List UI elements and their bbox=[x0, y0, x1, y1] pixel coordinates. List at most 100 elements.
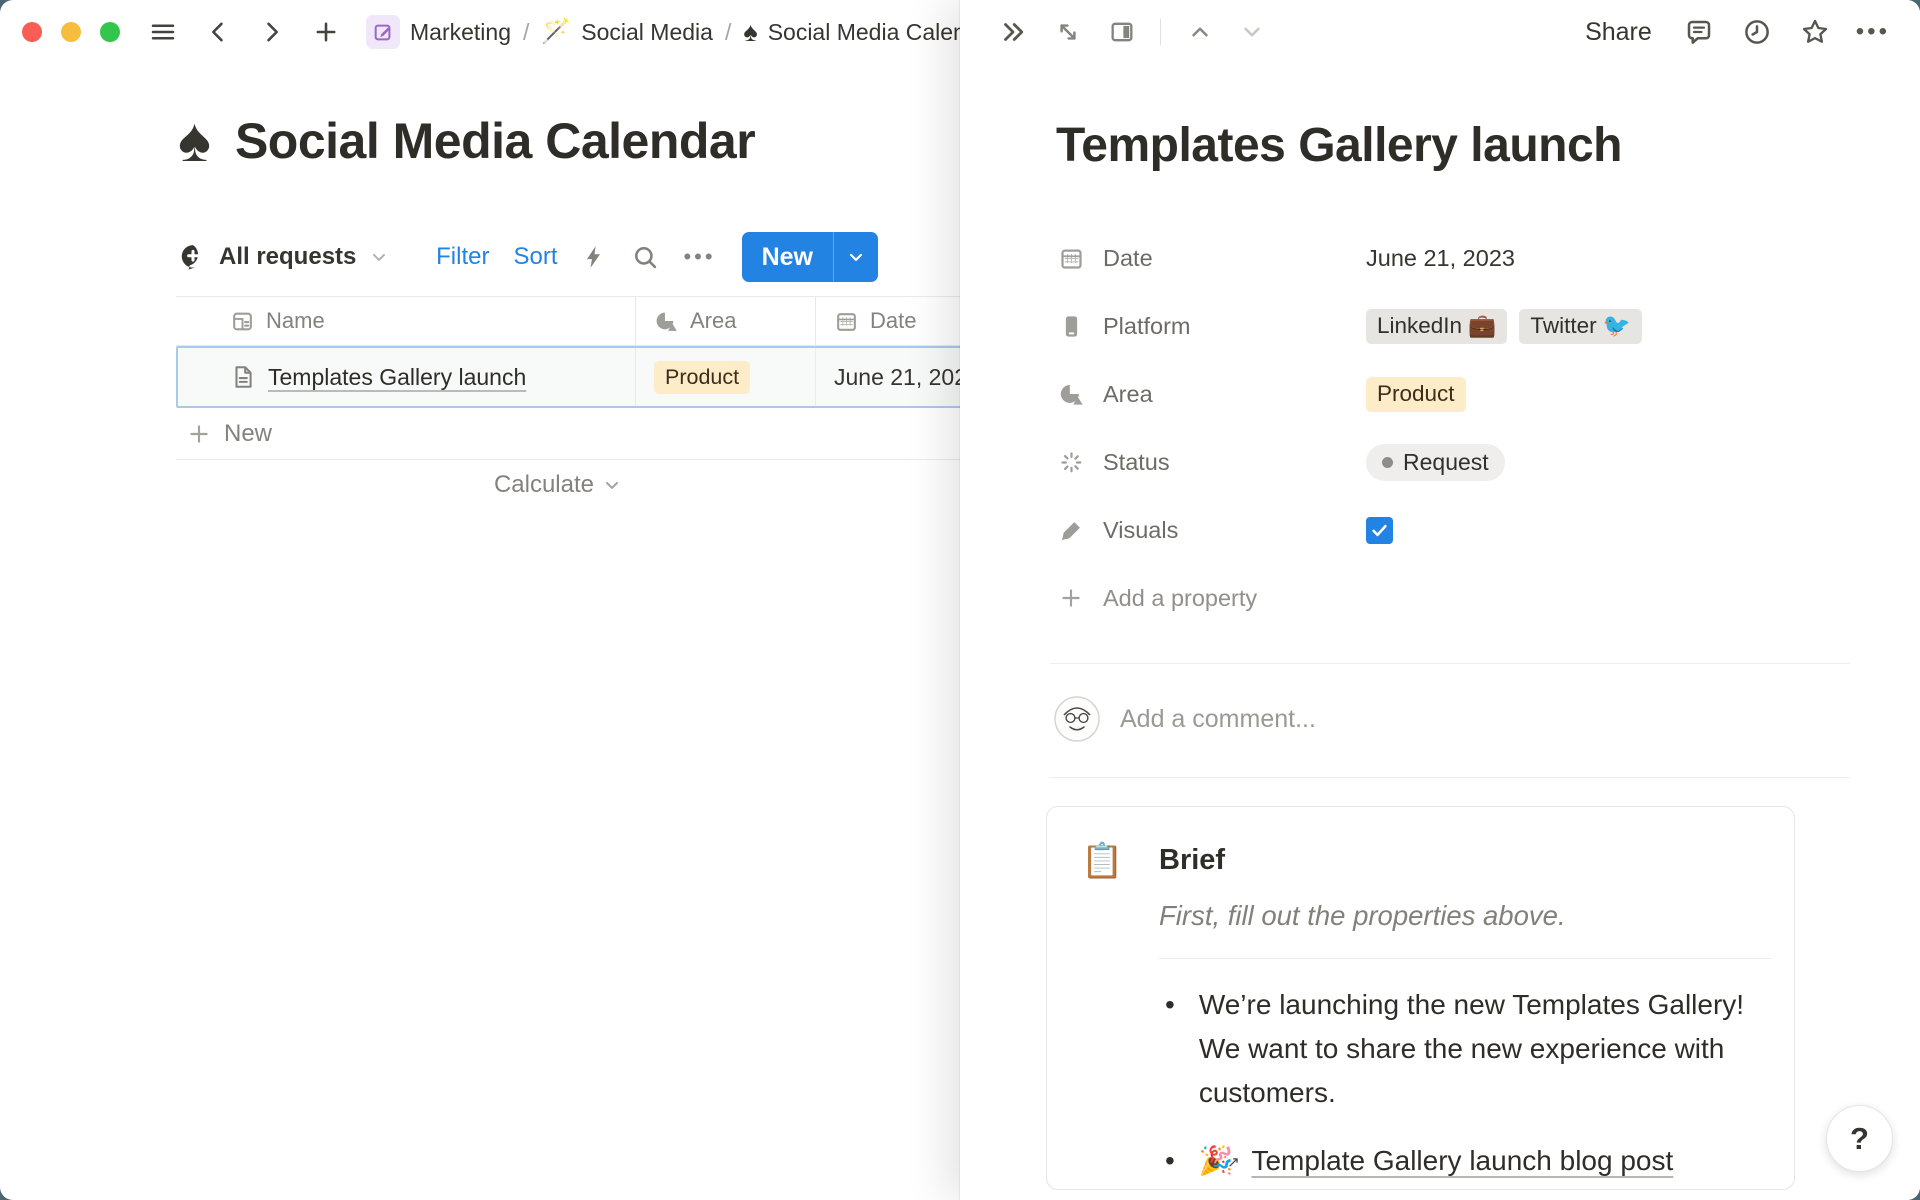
previous-record-icon[interactable] bbox=[1187, 19, 1213, 45]
calculate-button[interactable]: Calculate bbox=[176, 460, 636, 510]
area-tag[interactable]: Product bbox=[654, 361, 750, 394]
chevron-down-icon bbox=[369, 247, 389, 267]
new-tab-icon[interactable] bbox=[312, 18, 340, 46]
page-more-icon[interactable]: ••• bbox=[1856, 18, 1890, 46]
row-title-link[interactable]: Templates Gallery launch bbox=[268, 364, 526, 391]
page-title[interactable]: Social Media Calendar bbox=[235, 112, 755, 170]
traffic-lights bbox=[22, 22, 120, 42]
property-value-area[interactable]: Product bbox=[1366, 377, 1466, 412]
sort-button[interactable]: Sort bbox=[513, 243, 557, 271]
phone-icon bbox=[1056, 313, 1086, 340]
status-dot bbox=[1382, 457, 1393, 468]
brief-template-card: 📋 Brief First, fill out the properties a… bbox=[1046, 806, 1795, 1190]
breadcrumb-separator: / bbox=[725, 19, 731, 46]
row-name-cell[interactable]: Templates Gallery launch bbox=[176, 346, 636, 408]
comments-icon[interactable] bbox=[1684, 17, 1714, 47]
share-button[interactable]: Share bbox=[1585, 18, 1652, 47]
magic-wand-icon: 🪄 bbox=[541, 20, 571, 44]
column-header-name[interactable]: Name bbox=[176, 297, 636, 345]
breadcrumb-label: Marketing bbox=[410, 19, 511, 46]
visuals-checkbox[interactable] bbox=[1366, 517, 1393, 544]
compose-icon bbox=[366, 15, 400, 49]
tag-product[interactable]: Product bbox=[1366, 377, 1466, 412]
property-label-visuals[interactable]: Visuals bbox=[1056, 517, 1366, 544]
bullet-marker: • bbox=[1159, 1139, 1175, 1183]
property-row-visuals: Visuals bbox=[1056, 510, 1840, 550]
property-value-status[interactable]: Request bbox=[1366, 444, 1505, 481]
sidebar-toggle-icon[interactable] bbox=[148, 17, 178, 47]
forward-button[interactable] bbox=[258, 18, 286, 46]
comment-input[interactable]: Add a comment... bbox=[1120, 705, 1316, 734]
view-tab-all-requests[interactable]: All requests bbox=[178, 242, 389, 272]
breadcrumb-label: Social Media bbox=[581, 19, 713, 46]
divider bbox=[1159, 958, 1771, 959]
brief-heading: Brief bbox=[1159, 841, 1225, 877]
spade-page-icon[interactable]: ♠ bbox=[178, 110, 211, 172]
back-button[interactable] bbox=[204, 18, 232, 46]
property-list: Date June 21, 2023 Platform LinkedIn 💼 T… bbox=[1056, 238, 1840, 646]
add-property-button[interactable]: Add a property bbox=[1056, 578, 1840, 618]
property-label-date[interactable]: Date bbox=[1056, 245, 1366, 272]
property-label-area[interactable]: Area bbox=[1056, 381, 1366, 408]
new-entry-button: New bbox=[742, 232, 878, 282]
property-row-platform: Platform LinkedIn 💼 Twitter 🐦 bbox=[1056, 306, 1840, 346]
expand-diagonal-icon[interactable] bbox=[1054, 18, 1082, 46]
property-value-date[interactable]: June 21, 2023 bbox=[1366, 245, 1515, 272]
divider bbox=[1050, 777, 1850, 778]
lightning-icon[interactable] bbox=[581, 244, 607, 270]
blog-post-page-link[interactable]: Template Gallery launch blog post bbox=[1251, 1145, 1673, 1176]
property-row-date: Date June 21, 2023 bbox=[1056, 238, 1840, 278]
divider bbox=[1050, 663, 1850, 664]
spinner-icon bbox=[1056, 449, 1086, 476]
new-button[interactable]: New bbox=[742, 232, 833, 282]
side-peek-toggle-icon[interactable] bbox=[1108, 18, 1136, 46]
calendar-icon bbox=[834, 309, 859, 334]
favorite-star-icon[interactable] bbox=[1800, 17, 1830, 47]
property-row-area: Area Product bbox=[1056, 374, 1840, 414]
comment-row: Add a comment... bbox=[1054, 696, 1316, 742]
zoom-window-button[interactable] bbox=[100, 22, 120, 42]
link-arrow-icon: ↗ bbox=[1227, 1141, 1240, 1185]
updates-clock-icon[interactable] bbox=[1742, 17, 1772, 47]
clipboard-icon: 📋 bbox=[1081, 841, 1137, 882]
search-icon[interactable] bbox=[631, 243, 659, 271]
column-header-area[interactable]: Area bbox=[636, 297, 816, 345]
user-avatar bbox=[1054, 696, 1100, 742]
notion-window: Marketing / 🪄 Social Media / ♠ Social Me… bbox=[0, 0, 1920, 1200]
title-property-icon bbox=[230, 309, 255, 334]
database-toolbar: All requests Filter Sort ••• New bbox=[178, 232, 878, 282]
spade-icon: ♠ bbox=[743, 19, 757, 46]
bullet-item: • 🎉↗ Template Gallery launch blog post bbox=[1159, 1139, 1771, 1183]
tag-linkedin[interactable]: LinkedIn 💼 bbox=[1366, 309, 1507, 344]
calendar-icon bbox=[1056, 245, 1086, 272]
property-label-status[interactable]: Status bbox=[1056, 449, 1366, 476]
row-area-cell[interactable]: Product bbox=[636, 346, 816, 408]
next-record-icon[interactable] bbox=[1239, 19, 1265, 45]
property-value-platform[interactable]: LinkedIn 💼 Twitter 🐦 bbox=[1366, 309, 1642, 344]
plus-icon bbox=[1056, 585, 1086, 611]
view-label: All requests bbox=[219, 243, 356, 271]
breadcrumb-item-social-media[interactable]: 🪄 Social Media bbox=[541, 19, 713, 46]
peek-page-title[interactable]: Templates Gallery launch bbox=[1056, 118, 1622, 173]
help-button[interactable]: ? bbox=[1826, 1105, 1893, 1172]
peek-topbar: Share ••• bbox=[960, 0, 1920, 64]
status-badge[interactable]: Request bbox=[1366, 444, 1505, 481]
close-window-button[interactable] bbox=[22, 22, 42, 42]
bullet-text: We’re launching the new Templates Galler… bbox=[1199, 983, 1771, 1115]
new-button-dropdown[interactable] bbox=[833, 232, 878, 282]
minimize-window-button[interactable] bbox=[61, 22, 81, 42]
property-value-visuals bbox=[1366, 517, 1393, 544]
more-options-icon[interactable]: ••• bbox=[683, 244, 715, 270]
property-row-status: Status Request bbox=[1056, 442, 1840, 482]
property-label-platform[interactable]: Platform bbox=[1056, 313, 1366, 340]
tag-twitter[interactable]: Twitter 🐦 bbox=[1519, 309, 1642, 344]
request-bubble-icon bbox=[178, 242, 208, 272]
breadcrumb-item-marketing[interactable]: Marketing bbox=[366, 15, 511, 49]
close-peek-icon[interactable] bbox=[998, 17, 1028, 47]
filter-button[interactable]: Filter bbox=[436, 243, 489, 271]
shapes-icon bbox=[654, 309, 679, 334]
bullet-marker: • bbox=[1159, 983, 1175, 1115]
database-title: ♠ Social Media Calendar bbox=[178, 110, 755, 172]
bullet-item: • We’re launching the new Templates Gall… bbox=[1159, 983, 1771, 1115]
shapes-icon bbox=[1056, 381, 1086, 408]
